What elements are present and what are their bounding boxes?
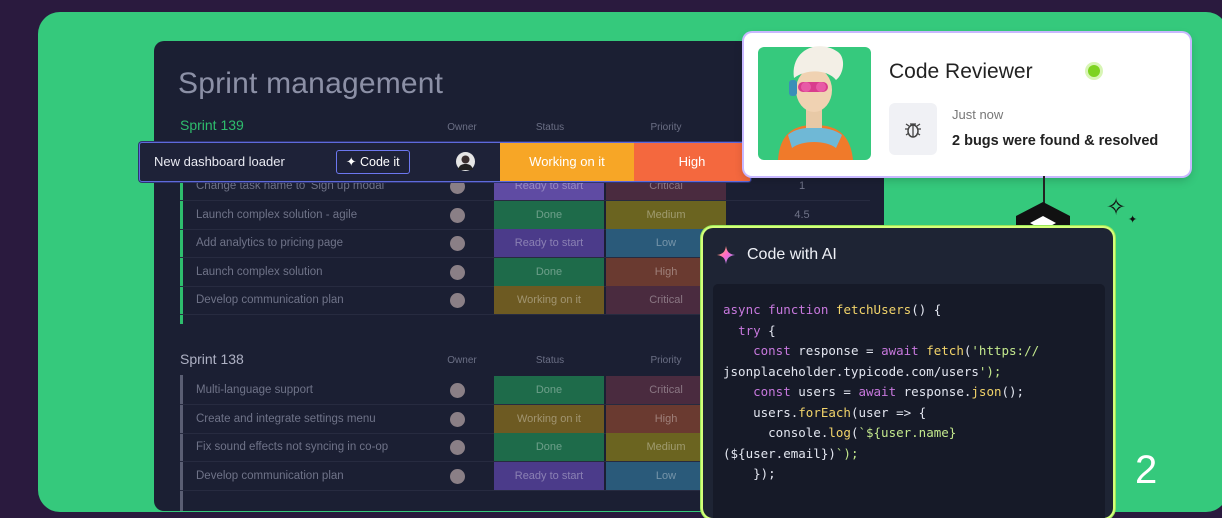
task-name[interactable]: Fix sound effects not syncing in co-op [196, 433, 436, 462]
owner-avatar[interactable] [450, 264, 465, 280]
status-cell[interactable]: Done [494, 257, 604, 286]
code-line: try { [738, 322, 776, 338]
sparkle-icon: ✧ [1106, 194, 1127, 221]
owner-avatar[interactable] [450, 207, 465, 223]
status-cell[interactable]: Working on it [494, 286, 604, 315]
code-line: async function fetchUsers() { [723, 302, 942, 317]
code-with-ai-card: Code with AI async function fetchUsers()… [703, 228, 1113, 518]
code-line: }); [723, 466, 776, 481]
sparkle-icon: ✦ [346, 155, 357, 169]
sparkle-icon: ✦ [1128, 214, 1138, 226]
owner-avatar[interactable] [450, 440, 465, 456]
task-name[interactable]: Develop communication plan [196, 286, 436, 315]
code-it-button[interactable]: ✦ Code it [336, 150, 410, 174]
reviewer-avatar [758, 46, 871, 160]
bug-icon [889, 103, 937, 155]
highlighted-task-row[interactable]: New dashboard loader ✦ Code it Working o… [139, 142, 751, 182]
code-line: (${user.email})`); [723, 445, 859, 461]
status-cell[interactable]: Done [494, 433, 604, 462]
column-header-priority: Priority [650, 122, 682, 133]
sprint-group-title[interactable]: Sprint 138 [180, 351, 244, 367]
code-line: users.forEach(user => { [723, 404, 927, 420]
code-line: const users = await response.json(); [753, 384, 1025, 399]
owner-avatar[interactable] [450, 236, 465, 252]
column-header-owner: Owner [447, 355, 477, 366]
status-cell[interactable]: Done [494, 376, 604, 404]
task-name[interactable]: New dashboard loader [154, 143, 285, 181]
code-line: const response = await fetch('https:// [753, 343, 1040, 358]
code-text: async function fetchUsers() { try { cons… [723, 300, 1039, 485]
table-row[interactable]: Launch complex solution - agile Done Mediu… [180, 200, 870, 230]
task-name[interactable]: Create and integrate settings menu [196, 405, 436, 434]
status-cell[interactable]: Ready to start [494, 229, 604, 258]
column-header-owner: Owner [447, 122, 477, 133]
number-cell[interactable]: 4.5 [752, 201, 852, 229]
code-block: async function fetchUsers() { try { cons… [713, 284, 1105, 518]
owner-avatar[interactable] [450, 383, 465, 398]
status-cell[interactable]: Working on it [500, 143, 634, 181]
priority-cell[interactable]: High [634, 143, 750, 181]
status-cell[interactable]: Ready to start [494, 461, 604, 490]
column-header-status: Status [535, 355, 565, 366]
status-cell[interactable]: Working on it [494, 404, 604, 433]
owner-avatar[interactable] [450, 411, 465, 427]
code-line: jsonplaceholder.typicode.com/users'); [723, 363, 1002, 379]
owner-avatar[interactable] [450, 293, 465, 309]
page-number: 2 [1135, 448, 1158, 492]
number-cell[interactable]: 1 [752, 172, 852, 200]
priority-cell[interactable]: Medium [606, 200, 726, 229]
code-it-label: Code it [359, 155, 400, 169]
column-header-priority: Priority [650, 355, 682, 366]
task-name[interactable]: Add analytics to pricing page [196, 229, 436, 258]
column-header-status: Status [535, 122, 565, 133]
task-name[interactable]: Multi-language support [196, 376, 436, 405]
task-name[interactable]: Launch complex solution - agile [196, 201, 436, 230]
online-status-dot [1088, 65, 1100, 77]
reviewer-title: Code Reviewer [889, 60, 1033, 83]
owner-avatar[interactable] [450, 468, 465, 484]
sprint-group-title[interactable]: Sprint 139 [180, 117, 244, 133]
status-cell[interactable]: Done [494, 200, 604, 229]
task-name[interactable]: Launch complex solution [196, 258, 436, 287]
ai-sparkle-icon [717, 246, 735, 264]
owner-avatar[interactable] [456, 152, 475, 171]
timestamp: Just now [952, 107, 1004, 122]
task-name[interactable]: Develop communication plan [196, 462, 436, 491]
code-reviewer-card: Code Reviewer Just now 2 bugs were found… [744, 33, 1190, 176]
ai-card-title: Code with AI [747, 246, 837, 263]
code-line: console.log(`${user.name} [723, 425, 957, 440]
review-message: 2 bugs were found & resolved [952, 133, 1159, 149]
board-title: Sprint management [178, 67, 444, 100]
